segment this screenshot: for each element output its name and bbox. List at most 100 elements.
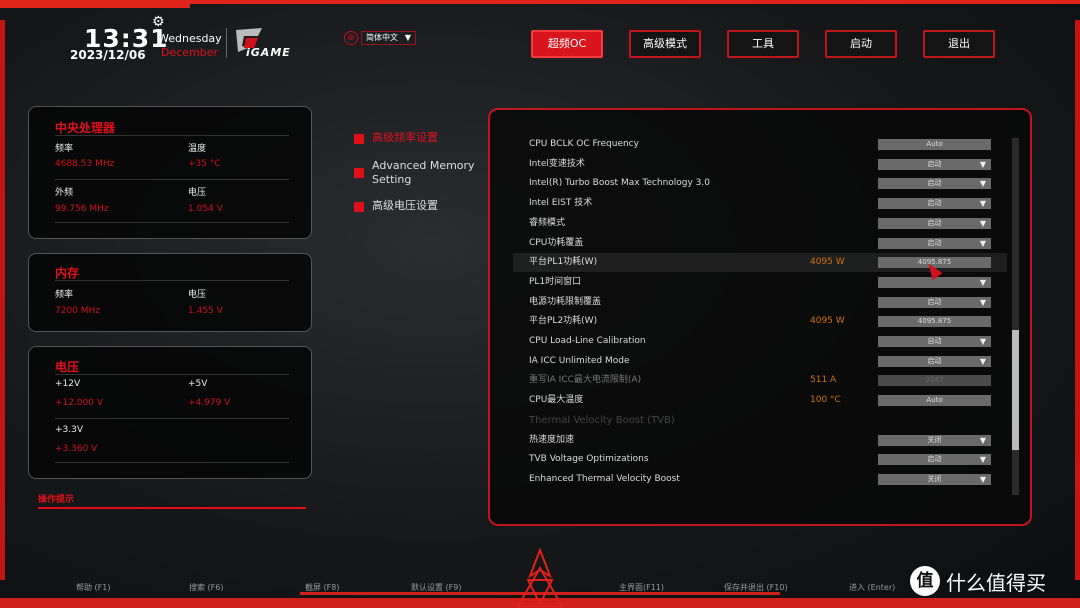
setting-row[interactable]: CPU BCLK OC Frequency Auto [529, 135, 1007, 154]
gear-icon[interactable]: ⚙ [152, 14, 165, 30]
v33-label: +3.3V [55, 425, 84, 435]
tab-advanced[interactable]: 高级模式 [629, 30, 701, 58]
setting-row[interactable]: 重写IA ICC最大电流限制(A) 511 A 2047 [529, 371, 1007, 390]
v5-value: +4.979 V [188, 398, 231, 408]
cpu-freq-value: 4688.53 MHz [55, 159, 115, 169]
divider [55, 374, 289, 375]
cpu-temp-value: +35 °C [188, 159, 221, 169]
bullet-icon [354, 134, 364, 144]
hint-title: 操作提示 [38, 495, 75, 505]
setting-row[interactable]: Intel(R) Turbo Boost Max Technology 3.0 启… [529, 174, 1007, 193]
setting-row: Thermal Velocity Boost (TVB) [529, 411, 1007, 430]
setting-label: CPU最大温度 [529, 395, 584, 406]
footer-defaults[interactable]: 默认设置 (F9) [411, 582, 461, 593]
mem-volt-value: 1.455 V [188, 306, 223, 316]
setting-row[interactable]: Enhanced Thermal Velocity Boost 关闭 ▼ [529, 470, 1007, 489]
submenu-label: Advanced Memory Setting [372, 159, 475, 186]
divider [55, 135, 289, 136]
setting-input[interactable]: Auto [878, 395, 991, 407]
divider [55, 280, 289, 281]
setting-dropdown[interactable]: 启动 ▼ [878, 158, 991, 170]
mem-volt-label: 电压 [188, 290, 207, 300]
cpu-bclk-value: 99.756 MHz [55, 204, 109, 214]
submenu-label: 高级频率设置 [372, 131, 438, 144]
setting-row[interactable]: CPU最大温度 100 °C Auto [529, 391, 1007, 410]
v33-value: +3.360 V [55, 444, 98, 454]
bullet-icon [354, 168, 364, 178]
setting-control-value: 启动 [927, 356, 942, 365]
footer-enter[interactable]: 进入 (Enter) [849, 582, 895, 593]
setting-row[interactable]: Intel EIST 技术 启动 ▼ [529, 194, 1007, 213]
tab-oc[interactable]: 超频OC [531, 30, 603, 58]
setting-row[interactable]: TVB Voltage Optimizations 启动 ▼ [529, 450, 1007, 469]
cpu-volt-label: 电压 [188, 188, 207, 198]
cpu-title: 中央处理器 [55, 121, 116, 135]
setting-row[interactable]: CPU Load-Line Calibration 自动 ▼ [529, 332, 1007, 351]
chevron-down-icon: ▼ [979, 218, 986, 228]
mem-freq-label: 频率 [55, 290, 74, 300]
setting-label: Enhanced Thermal Velocity Boost [529, 473, 680, 484]
setting-dropdown[interactable]: 启动 ▼ [878, 178, 991, 190]
cpu-panel: 中央处理器 频率 4688.53 MHz 温度 +35 °C 外频 99.756… [28, 106, 312, 239]
setting-dropdown[interactable]: 启动 ▼ [878, 237, 991, 249]
footer-help[interactable]: 帮助 (F1) [76, 582, 110, 593]
frame-top [190, 0, 1080, 4]
footer-save-exit[interactable]: 保存并退出 (F10) [724, 582, 788, 593]
chevron-down-icon: ▼ [979, 455, 986, 465]
globe-icon[interactable]: ⊕ [344, 31, 358, 45]
setting-input[interactable]: 4095.875 [878, 316, 991, 328]
chevron-down-icon: ▼ [979, 159, 986, 169]
tab-tools[interactable]: 工具 [727, 30, 799, 58]
setting-row[interactable]: 热速度加速 关闭 ▼ [529, 431, 1007, 450]
setting-label: Intel变速技术 [529, 158, 585, 169]
setting-dropdown[interactable]: 自动 ▼ [878, 336, 991, 347]
submenu-label: 高级电压设置 [372, 199, 438, 212]
watermark-logo-icon: 值 [910, 566, 940, 596]
scrollbar-thumb[interactable] [1012, 330, 1019, 450]
setting-input[interactable]: Auto [878, 139, 991, 150]
chevron-down-icon: ▼ [979, 435, 986, 445]
tab-boot[interactable]: 启动 [825, 30, 897, 58]
divider [55, 418, 289, 419]
setting-row[interactable]: 电源功耗限制覆盖 启动 ▼ [529, 293, 1007, 312]
setting-row[interactable]: CPU功耗覆盖 启动 ▼ [529, 234, 1007, 253]
chevron-down-icon: ▼ [979, 297, 986, 307]
setting-row[interactable]: IA ICC Unlimited Mode 启动 ▼ [529, 352, 1007, 371]
setting-dropdown[interactable]: 启动 ▼ [878, 296, 991, 308]
footer-search[interactable]: 搜索 (F6) [189, 582, 223, 593]
setting-dropdown[interactable]: 启动 ▼ [878, 217, 991, 229]
setting-dropdown[interactable]: 关闭 ▼ [878, 473, 991, 485]
clock-date: 2023/12/06 [70, 48, 146, 62]
setting-dropdown[interactable]: 启动 ▼ [878, 454, 991, 466]
setting-current-value: 4095 W [810, 316, 845, 327]
setting-row[interactable]: 平台PL2功耗(W) 4095 W 4095.875 [529, 312, 1007, 331]
voltage-panel: 电压 +12V +12.000 V +5V +4.979 V +3.3V +3.… [28, 346, 312, 479]
frame-left [0, 20, 5, 580]
tab-exit[interactable]: 退出 [923, 30, 995, 58]
divider [55, 179, 289, 180]
setting-dropdown[interactable]: 关闭 ▼ [878, 434, 991, 446]
setting-row[interactable]: 睿频模式 启动 ▼ [529, 214, 1007, 233]
footer-home[interactable]: 主界面(F11) [619, 582, 664, 593]
setting-control-value: Auto [926, 140, 943, 148]
setting-control-value: 2047 [925, 376, 944, 385]
language-select[interactable]: 简体中文 ▼ [361, 31, 416, 45]
watermark: 值什么值得买 [910, 566, 1046, 596]
mem-freq-value: 7200 MHz [55, 306, 101, 316]
setting-row[interactable]: Intel变速技术 启动 ▼ [529, 155, 1007, 174]
setting-label: CPU BCLK OC Frequency [529, 139, 639, 149]
bullet-icon [354, 202, 364, 212]
setting-label: CPU功耗覆盖 [529, 237, 584, 248]
setting-control-value: 启动 [927, 455, 942, 464]
divider [55, 462, 289, 463]
brand-name: iGAME [246, 46, 291, 59]
setting-dropdown[interactable]: 启动 ▼ [878, 355, 991, 367]
setting-control-value: 关闭 [927, 435, 942, 444]
footer-screenshot[interactable]: 截屏 (F8) [305, 582, 339, 593]
watermark-text: 什么值得买 [946, 570, 1046, 595]
setting-control-value: 自动 [927, 337, 942, 345]
setting-current-value: 100 °C [810, 395, 841, 406]
chevron-down-icon: ▼ [979, 474, 986, 484]
frame-right [1075, 20, 1080, 580]
setting-dropdown[interactable]: 启动 ▼ [878, 198, 991, 210]
